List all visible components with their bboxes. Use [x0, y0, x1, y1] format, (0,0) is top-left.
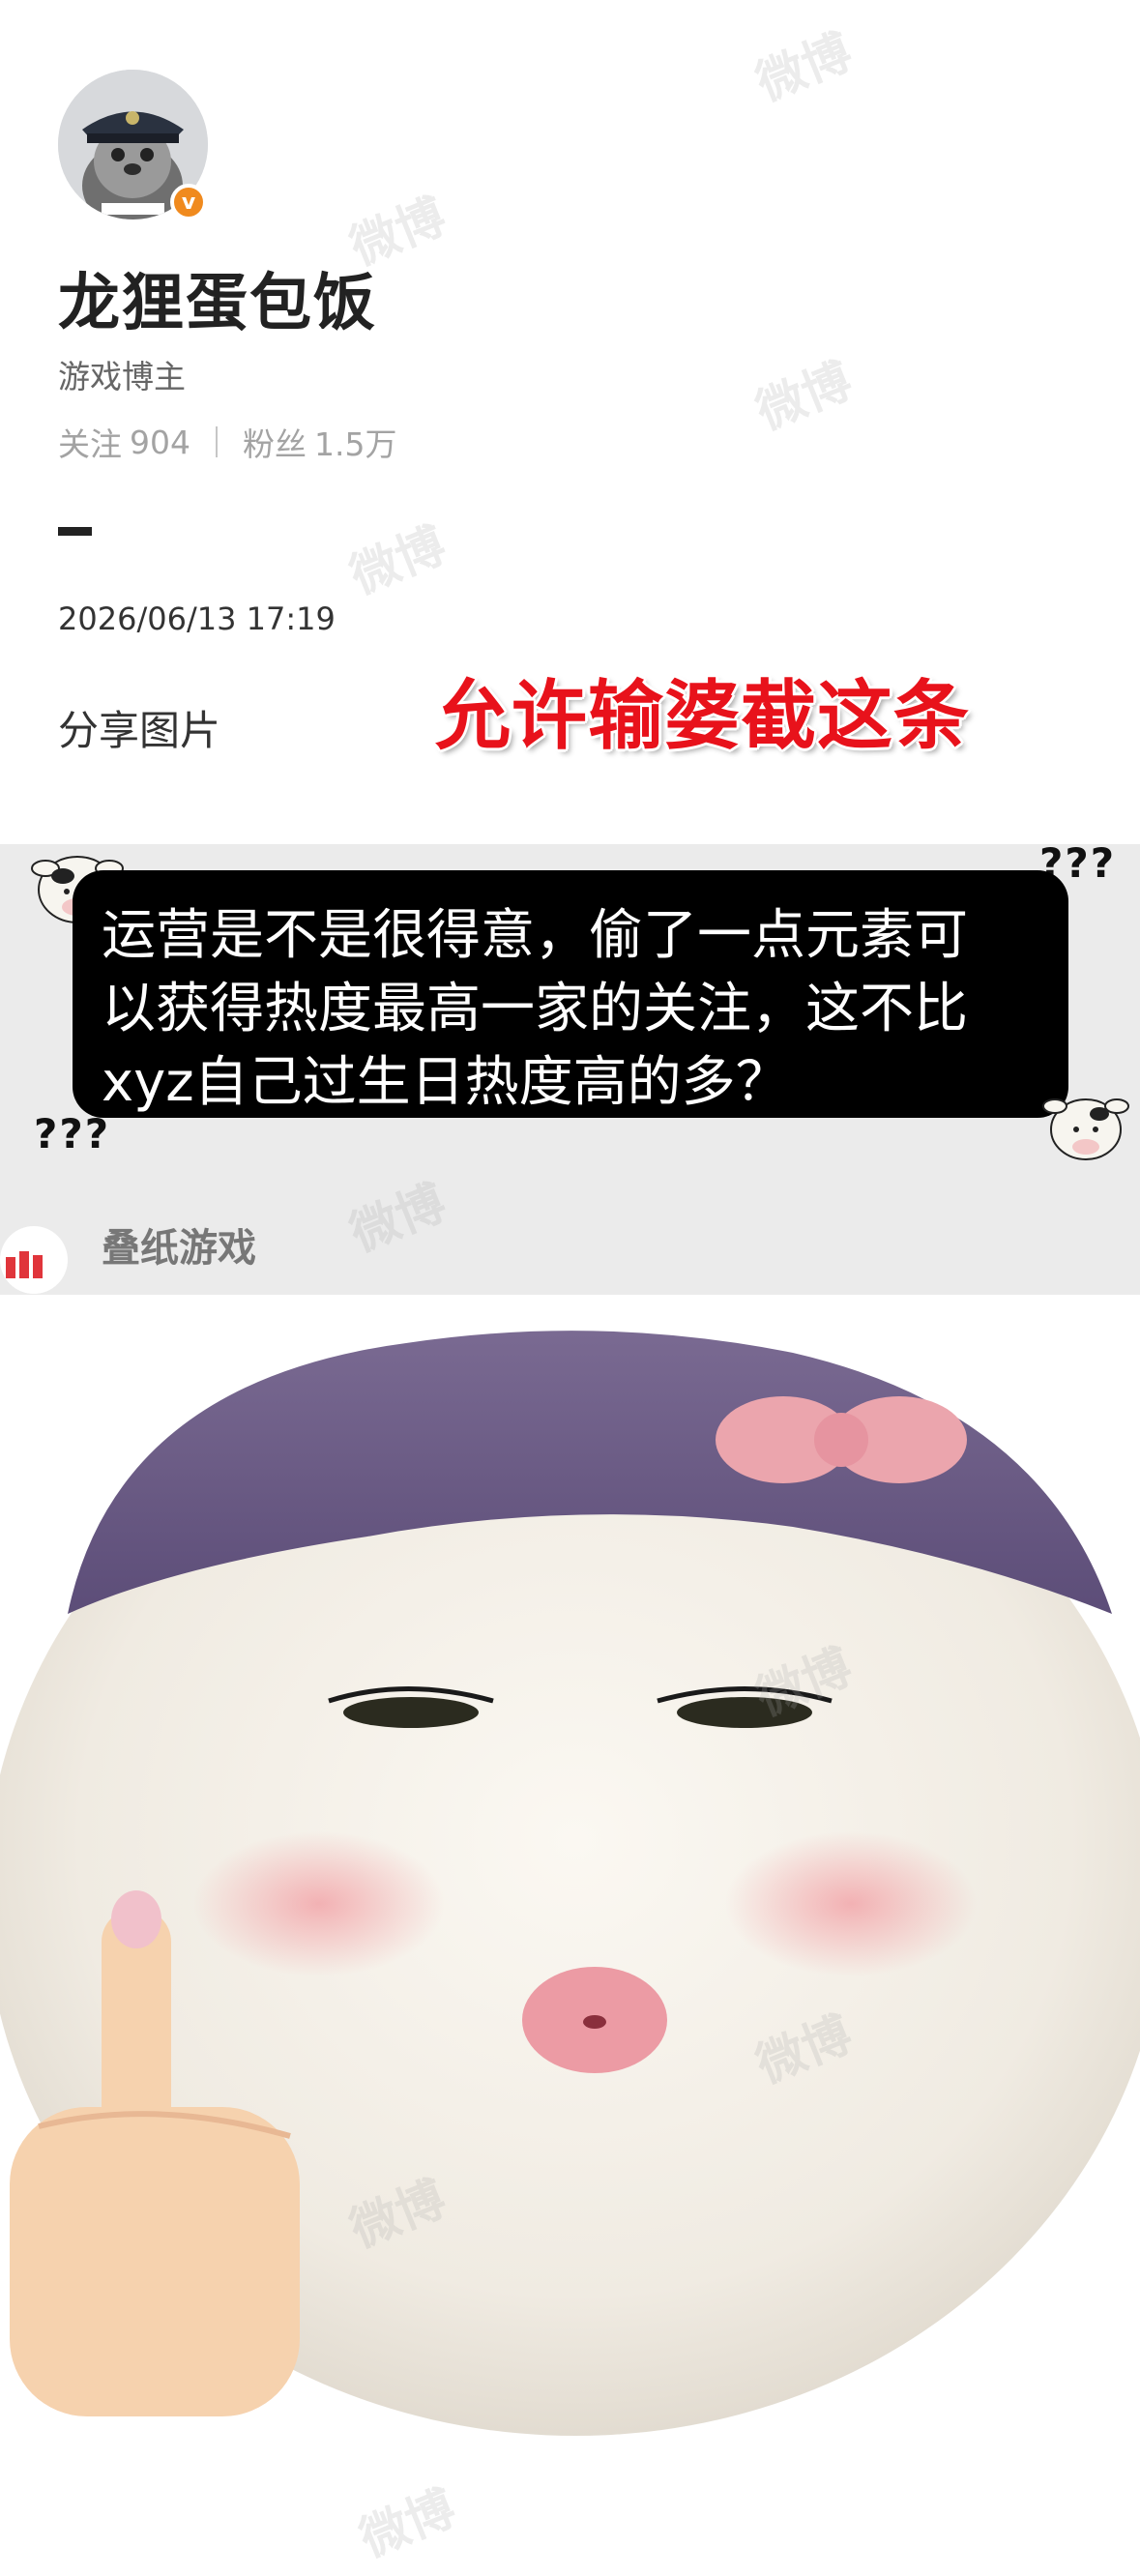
followers-label[interactable]: 粉丝 — [243, 419, 307, 465]
profile-stats: 关注 904 粉丝 1.5万 — [58, 419, 396, 465]
following-count[interactable]: 904 — [130, 424, 190, 461]
comment-line: xyz自己过生日热度高的多？ — [102, 1051, 790, 1114]
divider-mark — [58, 527, 92, 536]
username[interactable]: 龙狸蛋包饭 — [58, 253, 377, 342]
source-logo-icon — [0, 1226, 68, 1294]
overlay-caption: 允许输婆截这条 — [435, 673, 971, 760]
post-text: 分享图片 — [58, 707, 221, 754]
comment-line: 以获得热度最高一家的关注，这不比 — [102, 978, 968, 1040]
watermark: 微博 — [748, 23, 860, 112]
cow-sticker-icon — [1042, 1098, 1129, 1160]
meme-photo[interactable] — [0, 1295, 1140, 2441]
comment-bubble: 运营是不是很得意，偷了一点元素可 以获得热度最高一家的关注，这不比 xyz自己过… — [73, 870, 1068, 1118]
question-marks-bottom: ??? — [34, 1110, 111, 1157]
post-timestamp: 2026/06/13 17:19 — [58, 600, 336, 637]
watermark: 微博 — [748, 352, 860, 441]
stats-divider — [216, 426, 218, 457]
watermark: 微博 — [352, 2479, 463, 2568]
following-label[interactable]: 关注 — [58, 419, 122, 465]
user-tag: 游戏博主 — [58, 358, 186, 395]
watermark: 微博 — [342, 516, 453, 605]
verified-badge-icon: v — [170, 184, 207, 220]
source-account-name[interactable]: 叠纸游戏 — [102, 1216, 256, 1273]
comment-line: 运营是不是很得意，偷了一点元素可 — [102, 904, 968, 967]
followers-count[interactable]: 1.5万 — [314, 419, 396, 465]
